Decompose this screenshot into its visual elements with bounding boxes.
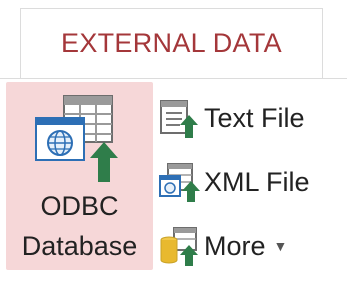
tab-external-data[interactable]: EXTERNAL DATA (20, 8, 323, 78)
odbc-database-icon (34, 94, 126, 191)
text-file-button[interactable]: Text File (158, 98, 305, 138)
xml-file-button[interactable]: XML File (158, 162, 310, 202)
odbc-label-line1: ODBC (40, 191, 119, 221)
odbc-database-button[interactable]: ODBC Database (6, 82, 153, 270)
tab-label: EXTERNAL DATA (61, 28, 282, 58)
text-file-import-icon (158, 98, 202, 138)
odbc-label-line2: Database (21, 231, 138, 261)
chevron-down-icon[interactable]: ▼ (274, 238, 288, 254)
xml-file-import-icon (158, 162, 202, 202)
more-button[interactable]: More ▼ (158, 226, 287, 266)
more-label: More (204, 230, 266, 261)
more-import-icon (158, 226, 202, 266)
text-file-label: Text File (204, 102, 305, 133)
xml-file-label: XML File (204, 166, 310, 197)
